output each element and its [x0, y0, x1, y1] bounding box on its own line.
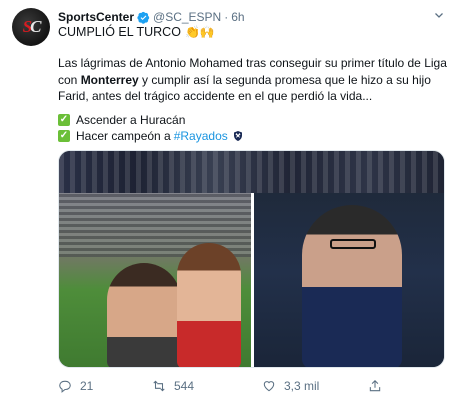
check-icon: ✓ — [58, 114, 70, 126]
share-button[interactable] — [368, 379, 390, 393]
retweet-icon — [153, 380, 165, 392]
retweet-button[interactable]: 544 — [152, 379, 194, 393]
monterrey-shield-icon — [233, 131, 242, 141]
team-celebration-photo — [59, 151, 444, 193]
hashtag-link[interactable]: #Rayados — [174, 128, 228, 144]
tweet-header: SportsCenter @SC_ESPN · 6h — [58, 8, 429, 26]
list-item: ✓ Ascender a Huracán — [58, 112, 244, 128]
retweet-count: 544 — [174, 379, 195, 393]
promise-list: ✓ Ascender a Huracán ✓ Hacer campeón a #… — [58, 112, 244, 144]
reply-button[interactable]: 21 — [58, 379, 93, 393]
tweet-headline: CUMPLIÓ EL TURCO 👏🙌 — [58, 25, 215, 39]
heart-icon — [263, 381, 275, 392]
tweet-body: Las lágrimas de Antonio Mohamed tras con… — [58, 55, 448, 105]
timestamp[interactable]: 6h — [231, 10, 244, 24]
account-name[interactable]: SportsCenter — [58, 10, 134, 24]
list-item-text: Hacer campeón a — [76, 129, 171, 143]
body-bold: Monterrey — [80, 72, 139, 87]
father-son-stadium-photo — [59, 193, 251, 367]
reply-icon — [59, 380, 71, 393]
avatar[interactable]: SC — [12, 8, 50, 46]
sportscenter-logo: SC — [22, 17, 42, 36]
check-icon: ✓ — [58, 130, 70, 142]
reply-count: 21 — [80, 379, 94, 393]
list-item-text: Ascender a Huracán — [76, 113, 186, 127]
clap-hands-emoji: 👏🙌 — [184, 25, 215, 39]
tweet-actions: 21 544 3,3 mil — [58, 377, 418, 395]
like-count: 3,3 mil — [284, 379, 320, 393]
coach-crying-photo — [254, 193, 444, 367]
list-item: ✓ Hacer campeón a #Rayados — [58, 128, 244, 144]
tweet-media[interactable] — [58, 150, 445, 368]
tweet[interactable]: SC SportsCenter @SC_ESPN · 6h CUMPLIÓ EL… — [0, 0, 459, 400]
verified-icon — [137, 11, 150, 24]
separator: · — [224, 10, 229, 24]
like-button[interactable]: 3,3 mil — [262, 379, 319, 393]
chevron-down-icon[interactable] — [433, 9, 445, 21]
account-handle[interactable]: @SC_ESPN — [153, 10, 221, 24]
share-icon — [369, 380, 381, 392]
headline-text: CUMPLIÓ EL TURCO — [58, 25, 181, 39]
